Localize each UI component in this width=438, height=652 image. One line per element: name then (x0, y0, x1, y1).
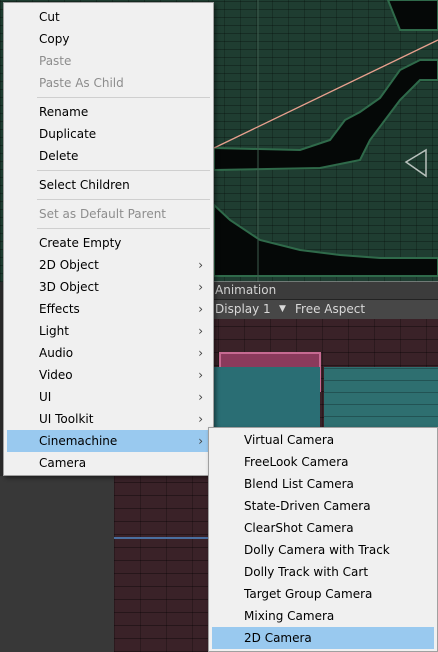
menu-item-rename[interactable]: Rename (7, 101, 210, 123)
game-wall (324, 367, 438, 429)
chevron-right-icon: › (198, 434, 203, 448)
menu-item-camera[interactable]: Camera (7, 452, 210, 474)
menu-item-effects[interactable]: Effects › (7, 298, 210, 320)
menu-separator (37, 199, 210, 200)
menu-item-copy[interactable]: Copy (7, 28, 210, 50)
menu-item-label: Select Children (39, 178, 130, 192)
submenu-item-label: Virtual Camera (244, 433, 335, 447)
menu-separator (37, 170, 210, 171)
menu-item-label: Paste As Child (39, 76, 124, 90)
menu-item-label: Paste (39, 54, 72, 68)
cinemachine-submenu: Virtual Camera FreeLook Camera Blend Lis… (208, 427, 438, 652)
animation-tab[interactable]: Animation (211, 282, 438, 299)
submenu-item-dolly-camera-track[interactable]: Dolly Camera with Track (212, 539, 434, 561)
chevron-right-icon: › (198, 280, 203, 294)
chevron-right-icon: › (198, 302, 203, 316)
chevron-right-icon: › (198, 368, 203, 382)
camera-gizmo-icon (404, 148, 427, 178)
menu-separator (37, 97, 210, 98)
submenu-item-mixing-camera[interactable]: Mixing Camera (212, 605, 434, 627)
submenu-item-freelook-camera[interactable]: FreeLook Camera (212, 451, 434, 473)
submenu-item-label: ClearShot Camera (244, 521, 354, 535)
menu-item-label: Duplicate (39, 127, 97, 141)
submenu-item-label: Blend List Camera (244, 477, 354, 491)
submenu-item-label: Target Group Camera (244, 587, 373, 601)
submenu-item-label: Dolly Track with Cart (244, 565, 369, 579)
menu-item-ui-toolkit[interactable]: UI Toolkit › (7, 408, 210, 430)
submenu-item-clearshot-camera[interactable]: ClearShot Camera (212, 517, 434, 539)
menu-item-select-children[interactable]: Select Children (7, 174, 210, 196)
submenu-item-blend-list-camera[interactable]: Blend List Camera (212, 473, 434, 495)
chevron-right-icon: › (198, 390, 203, 404)
submenu-item-2d-camera[interactable]: 2D Camera (212, 627, 434, 649)
menu-item-label: Video (39, 368, 73, 382)
chevron-right-icon: › (198, 412, 203, 426)
menu-item-label: UI (39, 390, 52, 404)
game-line (114, 537, 214, 539)
menu-item-3d-object[interactable]: 3D Object › (7, 276, 210, 298)
menu-item-label: Cut (39, 10, 60, 24)
menu-item-label: Copy (39, 32, 70, 46)
submenu-item-label: State-Driven Camera (244, 499, 371, 513)
menu-item-label: Light (39, 324, 69, 338)
menu-item-2d-object[interactable]: 2D Object › (7, 254, 210, 276)
menu-item-label: 2D Object (39, 258, 99, 272)
chevron-right-icon: › (198, 346, 203, 360)
menu-separator (37, 228, 210, 229)
menu-item-duplicate[interactable]: Duplicate (7, 123, 210, 145)
game-water (214, 367, 320, 427)
menu-item-label: UI Toolkit (39, 412, 94, 426)
aspect-dropdown[interactable]: Free Aspect (295, 300, 365, 319)
menu-item-label: Rename (39, 105, 89, 119)
menu-item-video[interactable]: Video › (7, 364, 210, 386)
menu-item-label: Set as Default Parent (39, 207, 167, 221)
submenu-item-virtual-camera[interactable]: Virtual Camera (212, 429, 434, 451)
menu-item-cinemachine[interactable]: Cinemachine › (7, 430, 210, 452)
menu-item-paste: Paste (7, 50, 210, 72)
hierarchy-panel (0, 476, 114, 652)
menu-item-label: Cinemachine (39, 434, 118, 448)
chevron-right-icon: › (198, 258, 203, 272)
menu-item-light[interactable]: Light › (7, 320, 210, 342)
menu-item-label: Create Empty (39, 236, 122, 250)
display-dropdown[interactable]: Display 1 (215, 300, 271, 319)
submenu-item-label: FreeLook Camera (244, 455, 349, 469)
animation-tab-label: Animation (215, 283, 277, 297)
menu-item-label: Effects (39, 302, 80, 316)
context-menu: Cut Copy Paste Paste As Child Rename Dup… (3, 2, 214, 476)
submenu-item-state-driven-camera[interactable]: State-Driven Camera (212, 495, 434, 517)
submenu-item-label: 2D Camera (244, 631, 312, 645)
game-toolbar: Display 1 ▼ Free Aspect (211, 299, 438, 319)
submenu-item-target-group-camera[interactable]: Target Group Camera (212, 583, 434, 605)
menu-item-label: Delete (39, 149, 79, 163)
menu-item-delete[interactable]: Delete (7, 145, 210, 167)
menu-item-ui[interactable]: UI › (7, 386, 210, 408)
menu-item-paste-as-child: Paste As Child (7, 72, 210, 94)
submenu-item-label: Dolly Camera with Track (244, 543, 390, 557)
menu-item-set-default-parent: Set as Default Parent (7, 203, 210, 225)
menu-item-create-empty[interactable]: Create Empty (7, 232, 210, 254)
menu-item-label: Audio (39, 346, 74, 360)
menu-item-label: Camera (39, 456, 87, 470)
menu-item-audio[interactable]: Audio › (7, 342, 210, 364)
menu-item-cut[interactable]: Cut (7, 6, 210, 28)
submenu-item-label: Mixing Camera (244, 609, 335, 623)
chevron-right-icon: › (198, 324, 203, 338)
submenu-item-dolly-track-cart[interactable]: Dolly Track with Cart (212, 561, 434, 583)
menu-item-label: 3D Object (39, 280, 99, 294)
triangle-down-icon: ▼ (279, 304, 286, 314)
